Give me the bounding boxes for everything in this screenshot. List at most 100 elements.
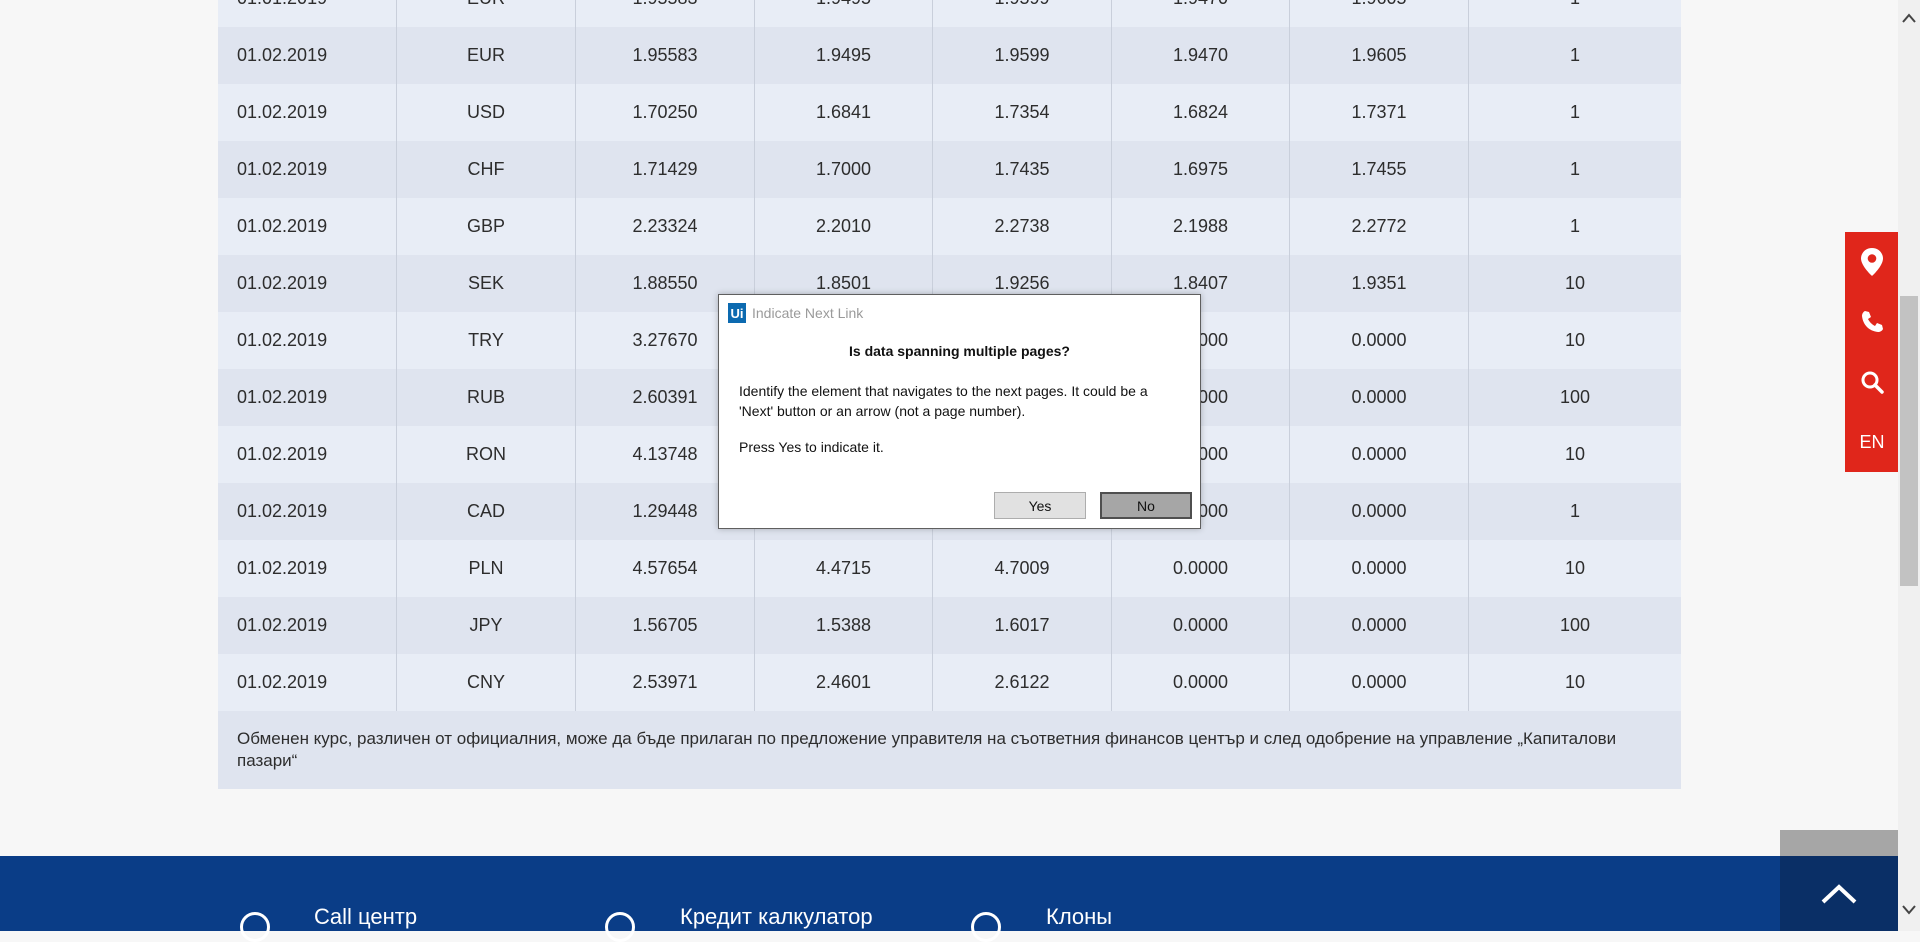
cell-currency: PLN	[397, 540, 576, 597]
dialog-instruction: Press Yes to indicate it.	[739, 439, 884, 455]
cell-units: 10	[1564, 444, 1586, 464]
back-to-top-button[interactable]	[1780, 830, 1898, 931]
cell-date: 01.02.2019	[218, 255, 397, 312]
cell-currency: EUR	[397, 0, 576, 27]
location-pin-icon[interactable]	[1845, 232, 1899, 292]
footer-link-calculator[interactable]: Кредит калкулатор	[680, 904, 873, 930]
cell-sell-noncash: 0.0000	[1290, 483, 1469, 540]
cell-sell-cash: 2.6122	[933, 654, 1112, 711]
cell-rate: 4.57654	[576, 540, 755, 597]
footer: Call центр Кредит калкулатор Клоны	[0, 856, 1898, 942]
cell-buy-cash: 1.7000	[755, 141, 933, 198]
cell-units: 10	[1564, 672, 1586, 692]
callcenter-icon	[240, 912, 270, 942]
no-button[interactable]: No	[1100, 492, 1192, 519]
cell-buy-noncash: 1.6824	[1112, 84, 1290, 141]
cell-buy-cash: 1.6841	[755, 84, 933, 141]
cell-buy-cash: 2.2010	[755, 198, 933, 255]
cell-rate: 1.70250	[576, 84, 755, 141]
cell-buy-noncash: 0.0000	[1112, 597, 1290, 654]
cell-sell-noncash: 0.0000	[1290, 426, 1469, 483]
dialog-title: Indicate Next Link	[752, 305, 864, 321]
indicate-next-link-dialog: Ui Indicate Next Link Is data spanning m…	[718, 294, 1201, 529]
cell-units: 1	[1469, 0, 1681, 27]
cell-currency: TRY	[397, 312, 576, 369]
cell-currency: SEK	[397, 255, 576, 312]
phone-icon[interactable]	[1845, 292, 1899, 352]
scroll-down-arrow[interactable]	[1898, 900, 1920, 920]
cell-currency: JPY	[397, 597, 576, 654]
cell-units: 10	[1564, 558, 1586, 578]
cell-date: 01.02.2019	[218, 141, 397, 198]
table-row: 01.02.2019 JPY 1.56705 1.5388 1.6017 0.0000 0.…	[218, 597, 1681, 654]
cell-units: 10	[1564, 330, 1586, 350]
table-row: 01.02.2019 GBP 2.23324 2.2010 2.2738 2.1988 2.…	[218, 198, 1681, 255]
cell-rate: 1.95583	[576, 27, 755, 84]
cell-sell-noncash: 1.9605	[1290, 27, 1469, 84]
scroll-up-arrow[interactable]	[1898, 8, 1920, 28]
table-row: 01.02.2019 EUR 1.95583 1.9495 1.9599 1.9470 1.…	[218, 27, 1681, 84]
cell-sell-cash: 1.9599	[933, 0, 1112, 27]
table-row: 01.02.2019 USD 1.70250 1.6841 1.7354 1.6824 1.…	[218, 84, 1681, 141]
cell-sell-noncash: 0.0000	[1290, 369, 1469, 426]
cell-buy-noncash: 2.1988	[1112, 198, 1290, 255]
cell-sell-cash: 1.7354	[933, 84, 1112, 141]
scrollbar-thumb[interactable]	[1900, 296, 1918, 586]
cell-sell-noncash: 1.7371	[1290, 84, 1469, 141]
rates-footnote: Обменен курс, различен от официалния, мо…	[218, 711, 1681, 789]
uipath-logo: Ui	[728, 303, 746, 323]
footer-link-branches[interactable]: Клоны	[1046, 904, 1112, 930]
language-switch[interactable]: EN	[1845, 412, 1899, 472]
table-row: 01.01.2019EUR1.955831.94951.95991.94701.…	[218, 0, 1681, 27]
cell-currency: EUR	[397, 27, 576, 84]
cell-sell-cash: 2.2738	[933, 198, 1112, 255]
cell-date: 01.01.2019	[218, 0, 397, 27]
calculator-icon	[605, 912, 635, 942]
cell-units: 100	[1559, 387, 1591, 407]
quick-actions-sidebar: EN	[1845, 232, 1899, 472]
cell-buy-cash: 1.9495	[755, 27, 933, 84]
cell-buy-noncash: 1.9470	[1112, 27, 1290, 84]
cell-date: 01.02.2019	[218, 426, 397, 483]
cell-sell-cash: 1.9599	[933, 27, 1112, 84]
cell-buy-cash: 1.9495	[755, 0, 933, 27]
branches-icon	[971, 912, 1001, 942]
search-icon[interactable]	[1845, 352, 1899, 412]
cell-buy-cash: 1.5388	[755, 597, 933, 654]
cell-currency: RON	[397, 426, 576, 483]
cell-buy-cash: 4.4715	[755, 540, 933, 597]
cell-units: 10	[1564, 273, 1586, 293]
cell-date: 01.02.2019	[218, 84, 397, 141]
cell-currency: USD	[397, 84, 576, 141]
cell-buy-cash: 2.4601	[755, 654, 933, 711]
cell-sell-noncash: 2.2772	[1290, 198, 1469, 255]
cell-sell-cash: 4.7009	[933, 540, 1112, 597]
chevron-up-icon	[1821, 883, 1857, 903]
dialog-body: Identify the element that navigates to t…	[739, 383, 1148, 419]
dialog-titlebar: Ui Indicate Next Link	[719, 295, 1200, 331]
table-row: 01.02.2019 PLN 4.57654 4.4715 4.7009 0.0000 0.…	[218, 540, 1681, 597]
cell-units: 1	[1569, 102, 1580, 122]
cell-sell-noncash: 0.0000	[1290, 540, 1469, 597]
cell-rate: 1.71429	[576, 141, 755, 198]
cell-sell-noncash: 1.9605	[1290, 0, 1469, 27]
cell-date: 01.02.2019	[218, 540, 397, 597]
cell-sell-cash: 1.7435	[933, 141, 1112, 198]
cell-currency: RUB	[397, 369, 576, 426]
footer-link-callcenter[interactable]: Call центр	[314, 904, 417, 930]
cell-currency: CHF	[397, 141, 576, 198]
yes-button[interactable]: Yes	[994, 492, 1086, 519]
cell-units: 1	[1569, 216, 1580, 236]
cell-buy-noncash: 0.0000	[1112, 654, 1290, 711]
dialog-heading: Is data spanning multiple pages?	[849, 343, 1070, 359]
cell-units: 1	[1569, 159, 1580, 179]
cell-rate: 1.56705	[576, 597, 755, 654]
cell-date: 01.02.2019	[218, 27, 397, 84]
cell-currency: CNY	[397, 654, 576, 711]
cell-rate: 1.95583	[576, 0, 755, 27]
cell-sell-noncash: 1.7455	[1290, 141, 1469, 198]
cell-date: 01.02.2019	[218, 597, 397, 654]
cell-currency: GBP	[397, 198, 576, 255]
cell-sell-noncash: 0.0000	[1290, 597, 1469, 654]
cell-buy-noncash: 1.9470	[1112, 0, 1290, 27]
